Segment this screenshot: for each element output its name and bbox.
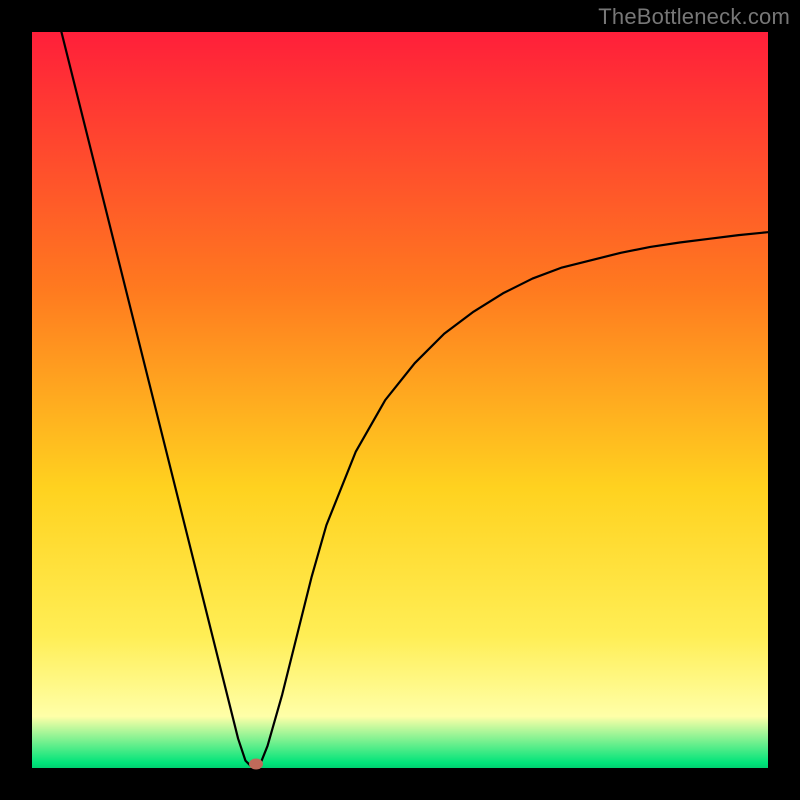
chart-frame: TheBottleneck.com — [0, 0, 800, 800]
min-marker — [249, 759, 263, 770]
watermark-text: TheBottleneck.com — [598, 4, 790, 30]
gradient-background — [32, 32, 768, 768]
chart-plot — [32, 32, 768, 768]
